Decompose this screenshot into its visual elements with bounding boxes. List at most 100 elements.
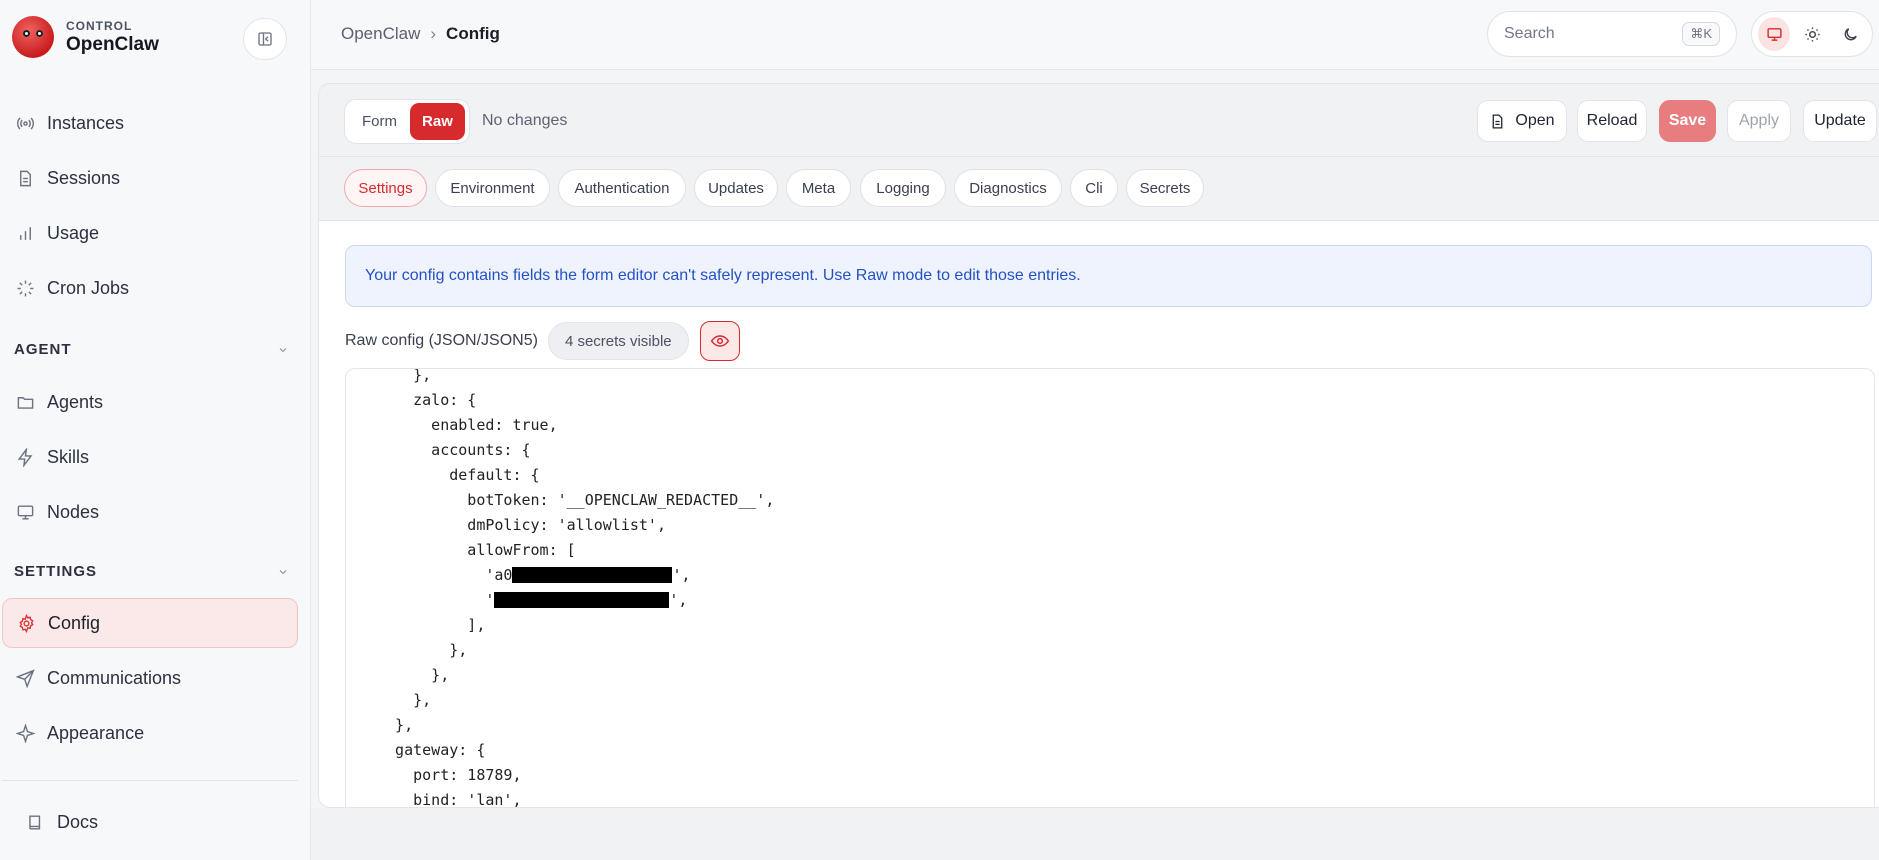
loader-icon: [15, 278, 35, 298]
code-content: }, zalo: { enabled: true, accounts: { de…: [346, 368, 1874, 808]
config-panel: Form Raw No changes Open Reload Save App…: [318, 83, 1879, 808]
tab-cli[interactable]: Cli: [1070, 169, 1118, 207]
code-line: port: 18789,: [377, 766, 522, 784]
chevron-down-icon: [279, 347, 287, 352]
chevron-down-icon: [279, 569, 287, 574]
save-button[interactable]: Save: [1659, 100, 1716, 142]
secrets-visible-badge: 4 secrets visible: [547, 322, 689, 360]
sidebar-item-label: Instances: [47, 112, 125, 133]
reload-button[interactable]: Reload: [1577, 100, 1647, 142]
tab-updates[interactable]: Updates: [694, 169, 778, 207]
sidebar-item-sessions[interactable]: Sessions: [2, 153, 298, 203]
update-button[interactable]: Update: [1803, 100, 1877, 142]
book-icon: [25, 812, 45, 832]
folder-icon: [15, 392, 35, 412]
sidebar-item-agents[interactable]: Agents: [2, 377, 298, 427]
change-status: No changes: [482, 112, 568, 129]
sidebar-item-label: Sessions: [47, 167, 121, 188]
tab-secrets[interactable]: Secrets: [1126, 169, 1204, 207]
sidebar-item-label: Docs: [57, 811, 99, 832]
open-label: Open: [1515, 112, 1555, 129]
code-text: ',: [672, 566, 691, 584]
toggle-secrets-button[interactable]: [699, 321, 740, 361]
mode-form-button[interactable]: Form: [349, 103, 410, 140]
apply-button[interactable]: Apply: [1727, 100, 1791, 142]
sparkle-icon: [15, 723, 35, 743]
sidebar-item-config[interactable]: Config: [2, 598, 298, 648]
search-placeholder: Search: [1504, 25, 1555, 42]
raw-config-editor[interactable]: }, zalo: { enabled: true, accounts: { de…: [345, 368, 1875, 808]
code-line: botToken: '__OPENCLAW_REDACTED__',: [377, 491, 775, 509]
section-agent[interactable]: AGENT: [14, 341, 289, 358]
sidebar-item-nodes[interactable]: Nodes: [2, 487, 298, 537]
breadcrumb-current: Config: [446, 24, 500, 43]
section-settings-label: SETTINGS: [14, 563, 98, 580]
sidebar-item-label: Usage: [47, 222, 100, 243]
sidebar-item-skills[interactable]: Skills: [2, 432, 298, 482]
search-shortcut: ⌘K: [1682, 22, 1720, 46]
tab-authentication[interactable]: Authentication: [558, 169, 686, 207]
code-text: ',: [669, 591, 688, 609]
raw-mode-alert: Your config contains fields the form edi…: [345, 245, 1872, 307]
section-settings[interactable]: SETTINGS: [14, 563, 289, 580]
sidebar-item-label: Agents: [47, 391, 104, 412]
sidebar-item-cron-jobs[interactable]: Cron Jobs: [2, 263, 298, 313]
gear-icon: [16, 613, 36, 633]
brand[interactable]: CONTROL OpenClaw: [12, 16, 159, 58]
code-line: bind: 'lan',: [377, 791, 522, 808]
brand-subtitle: CONTROL: [66, 18, 133, 33]
sidebar-divider: [2, 780, 298, 781]
sidebar-item-label: Config: [48, 612, 101, 633]
monitor-icon: [1766, 27, 1782, 41]
tab-environment[interactable]: Environment: [435, 169, 550, 207]
code-line-redacted: 'a0 ',: [346, 563, 1874, 588]
config-toolbar: Form Raw No changes Open Reload Save App…: [319, 84, 1879, 157]
sidebar-item-usage[interactable]: Usage: [2, 208, 298, 258]
code-line: dmPolicy: 'allowlist',: [377, 516, 666, 534]
redaction-bar: [494, 592, 670, 608]
sidebar-item-label: Skills: [47, 446, 90, 467]
openclaw-logo-icon: [12, 16, 54, 58]
tab-meta[interactable]: Meta: [786, 169, 851, 207]
search-input[interactable]: Search ⌘K: [1487, 11, 1737, 57]
sidebar-item-communications[interactable]: Communications: [2, 653, 298, 703]
sidebar-item-label: Appearance: [47, 722, 145, 743]
tab-settings[interactable]: Settings: [344, 169, 427, 207]
code-line: allowFrom: [: [377, 541, 576, 559]
sidebar-item-appearance[interactable]: Appearance: [2, 708, 298, 758]
raw-config-label: Raw config (JSON/JSON5): [345, 332, 538, 349]
sidebar: CONTROL OpenClaw Instances Sessions Usag…: [0, 0, 311, 860]
send-icon: [15, 668, 35, 688]
sidebar-item-docs[interactable]: Docs: [12, 797, 298, 847]
sidebar-item-label: Nodes: [47, 501, 100, 522]
mode-raw-button[interactable]: Raw: [409, 103, 465, 140]
code-line: default: {: [377, 466, 540, 484]
moon-icon: [1844, 27, 1857, 40]
document-icon: [1493, 113, 1503, 129]
broadcast-icon: [15, 113, 35, 133]
theme-system-button[interactable]: [1758, 17, 1790, 51]
code-line: },: [377, 716, 414, 734]
lightning-icon: [15, 447, 35, 467]
bottom-area: [311, 808, 1879, 860]
breadcrumb-parent[interactable]: OpenClaw: [341, 24, 420, 44]
code-line: },: [377, 666, 450, 684]
code-line: },: [377, 691, 432, 709]
collapse-sidebar-button[interactable]: [243, 18, 287, 60]
tab-diagnostics[interactable]: Diagnostics: [954, 169, 1062, 207]
code-text: ': [377, 591, 495, 609]
section-agent-label: AGENT: [14, 341, 72, 358]
redaction-bar: [512, 567, 673, 583]
sidebar-item-instances[interactable]: Instances: [2, 98, 298, 148]
open-button[interactable]: Open: [1477, 100, 1567, 142]
config-tabs: Settings Environment Authentication Upda…: [319, 157, 1879, 221]
sidebar-panel-icon: [258, 32, 272, 46]
tab-logging[interactable]: Logging: [860, 169, 946, 207]
theme-light-button[interactable]: [1796, 17, 1828, 51]
code-text: 'a0: [377, 566, 513, 584]
top-bar: OpenClaw › Config Search ⌘K: [311, 0, 1879, 70]
code-line: accounts: {: [377, 441, 531, 459]
code-line: },: [377, 641, 468, 659]
code-line: },: [377, 368, 432, 384]
theme-dark-button[interactable]: [1834, 17, 1866, 51]
